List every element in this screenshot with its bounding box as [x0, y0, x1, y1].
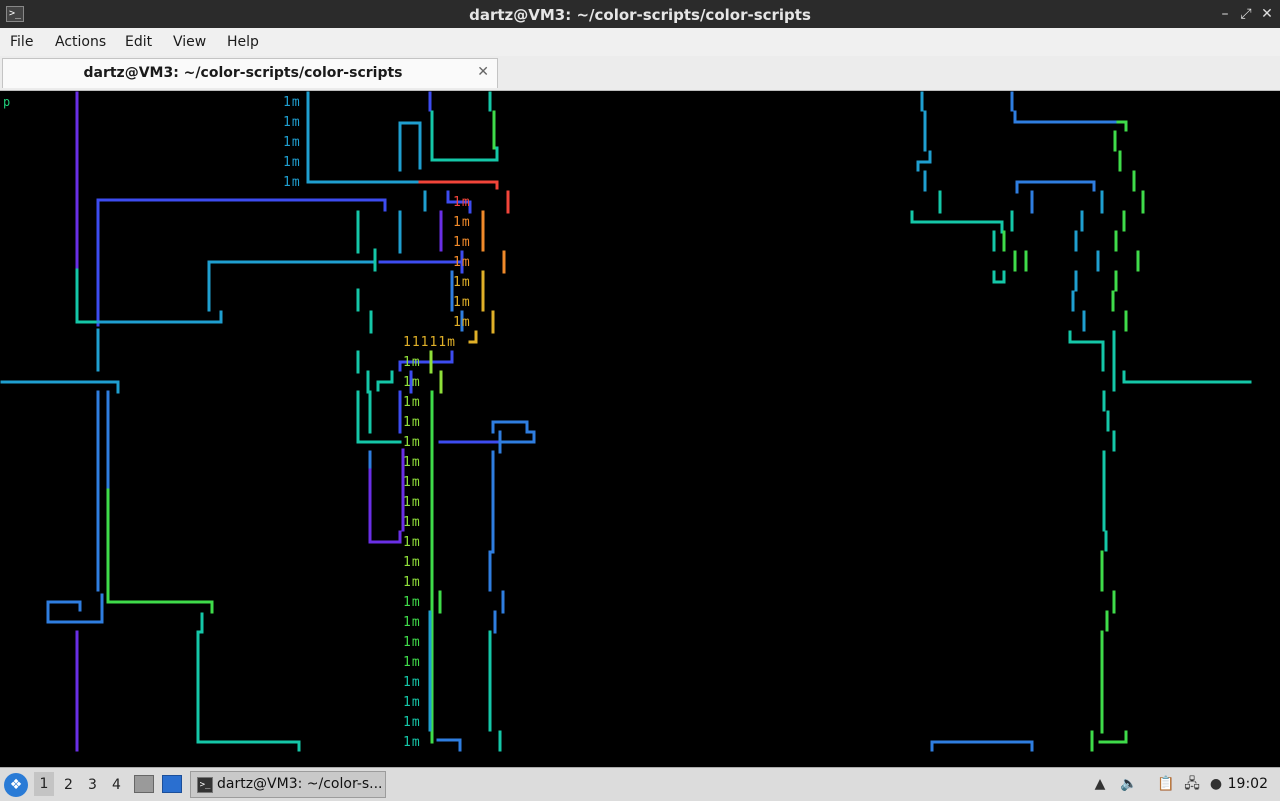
terminal-text-fragment: 1m: [403, 675, 421, 690]
terminal-text-fragment: 1m: [403, 695, 421, 710]
pipe-segment-3: [96, 198, 387, 212]
terminal-text-fragment: 1m: [453, 195, 471, 210]
terminal-icon: >_: [197, 777, 213, 793]
pipe-segment-18: [418, 180, 499, 190]
maximize-button[interactable]: ⤢: [1237, 5, 1255, 23]
workspace-3[interactable]: 3: [88, 777, 97, 793]
terminal-text-fragment: 1m: [403, 375, 421, 390]
clock: 19:02: [1227, 776, 1268, 792]
pipe-segment-76: [1116, 120, 1128, 132]
terminal-text-fragment: 1m: [403, 515, 421, 530]
pipe-segment-46: [376, 370, 394, 392]
clipboard-icon[interactable]: 📋: [1157, 776, 1174, 792]
pipe-segment-81: [1015, 180, 1096, 194]
window-title: dartz@VM3: ~/color-scripts/color-scripts: [469, 6, 811, 24]
menu-file[interactable]: File: [10, 34, 33, 50]
pipe-segment-64: [436, 738, 462, 752]
menu-view[interactable]: View: [173, 34, 206, 50]
pipe-segment-16: [46, 593, 104, 624]
terminal-text-fragment: 1m: [403, 575, 421, 590]
terminal-text-fragment: 1m: [283, 135, 301, 150]
pipe-segment-75: [1013, 110, 1120, 124]
workspace-1[interactable]: 1: [34, 772, 54, 796]
terminal-text-fragment: 1m: [403, 655, 421, 670]
volume-icon[interactable]: 🔈: [1120, 776, 1137, 792]
workspace-4[interactable]: 4: [112, 777, 121, 793]
terminal-text-fragment: 1m: [403, 355, 421, 370]
terminal-text-fragment: 1m: [403, 715, 421, 730]
scroll-up-icon[interactable]: ▲: [1092, 776, 1108, 792]
pipe-segment-5: [96, 310, 223, 324]
menu-edit[interactable]: Edit: [125, 34, 152, 50]
menu-bar: File Actions Edit View Help: [0, 28, 1280, 56]
pipes-animation: 1m 1m 1m 1m 1m 1m 1m 1m 1m 1m 1m 1m 11111m 1m 1m 1m 1m 1m…: [0, 91, 1252, 752]
terminal-text-fragment: 1m: [403, 455, 421, 470]
minimize-button[interactable]: –: [1216, 5, 1234, 23]
terminal-text-fragment: 1m: [283, 175, 301, 190]
update-icon[interactable]: ●: [1208, 776, 1224, 792]
pipe-segment-10: [0, 380, 120, 394]
terminal-text-fragment: 1m: [403, 495, 421, 510]
terminal-text-fragment: 1m: [453, 275, 471, 290]
terminal-text-fragment: 1m: [403, 595, 421, 610]
pipe-segment-116: [930, 740, 1034, 752]
terminal-text-fragment: 1m: [403, 615, 421, 630]
tab-bar: dartz@VM3: ~/color-scripts/color-scripts…: [0, 56, 1280, 91]
taskbar: ❖ 1 2 3 4 >_ dartz@VM3: ~/color-s... ▲ 🔈…: [0, 767, 1280, 801]
task-label: dartz@VM3: ~/color-s...: [217, 776, 383, 792]
window-titlebar[interactable]: >_ dartz@VM3: ~/color-scripts/color-scri…: [0, 0, 1280, 28]
terminal-text-fragment: 1m: [453, 255, 471, 270]
terminal-text-fragment: 1m: [403, 735, 421, 750]
terminal-text-fragment: 1m: [453, 215, 471, 230]
pipe-segment-66: [368, 468, 402, 544]
file-manager-icon[interactable]: [134, 775, 154, 793]
pipe-segment-104: [1122, 370, 1252, 384]
tab-label: dartz@VM3: ~/color-scripts/color-scripts: [83, 65, 403, 81]
tab-close-icon[interactable]: ✕: [477, 64, 489, 80]
terminal-text-fragment: 1m: [453, 315, 471, 330]
menu-help[interactable]: Help: [227, 34, 259, 50]
workspace-2[interactable]: 2: [64, 777, 73, 793]
terminal-text-fragment: 1m: [453, 295, 471, 310]
network-icon[interactable]: 🖧: [1184, 776, 1200, 792]
pipe-segment-89: [992, 270, 1006, 284]
terminal-text-fragment: 11111m: [403, 335, 456, 350]
pipe-segment-115: [1098, 730, 1128, 744]
pipe-segment-73: [910, 210, 1004, 234]
menu-actions[interactable]: Actions: [55, 34, 106, 50]
terminal-text-fragment: 1m: [403, 475, 421, 490]
terminal-text-fragment: 1m: [453, 235, 471, 250]
pipe-segment-38: [468, 330, 478, 344]
start-menu-icon[interactable]: ❖: [4, 773, 28, 797]
show-desktop-icon[interactable]: [162, 775, 182, 793]
pipe-segment-13: [106, 488, 214, 614]
pipe-segment-96: [1068, 330, 1105, 372]
pipe-segment-15: [46, 600, 82, 612]
terminal-text-fragment: 1m: [403, 635, 421, 650]
close-button[interactable]: ✕: [1258, 5, 1276, 23]
pipe-segment-24: [398, 121, 422, 172]
terminal-text-fragment: 1m: [403, 535, 421, 550]
terminal-output[interactable]: p 1m 1m 1m 1m 1m 1m 1m 1m 1m 1m 1m 1m 11111m 1m 1m 1m 1m…: [0, 91, 1280, 767]
pipe-segment-17: [306, 91, 422, 184]
terminal-text-fragment: 1m: [283, 95, 301, 110]
pipe-segment-21: [430, 110, 499, 162]
terminal-text-fragment: 1m: [403, 395, 421, 410]
taskbar-terminal-task[interactable]: >_ dartz@VM3: ~/color-s...: [190, 771, 386, 798]
pipe-segment-70: [916, 150, 932, 172]
tab-terminal[interactable]: dartz@VM3: ~/color-scripts/color-scripts…: [2, 58, 498, 88]
terminal-text-fragment: 1m: [403, 435, 421, 450]
terminal-text-fragment: 1m: [403, 555, 421, 570]
pipe-segment-48: [356, 390, 402, 444]
terminal-text-fragment: 1m: [403, 415, 421, 430]
terminal-text-fragment: 1m: [283, 155, 301, 170]
terminal-text-fragment: 1m: [283, 115, 301, 130]
pipe-segment-14: [196, 612, 301, 752]
